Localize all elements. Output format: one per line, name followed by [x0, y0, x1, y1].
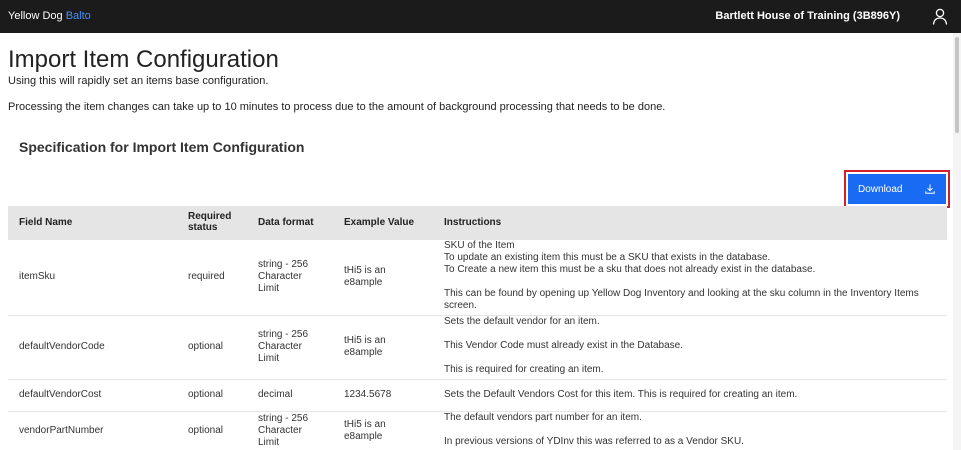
format-cell: decimal — [247, 378, 333, 411]
table-row: defaultVendorCode optional string - 256 … — [8, 314, 947, 379]
format-cell: string - 256 Character Limit — [247, 314, 333, 379]
header-required-status: Required status — [177, 206, 247, 239]
organization-name: Bartlett House of Training (3B896Y) — [715, 10, 900, 22]
download-label: Download — [858, 183, 903, 195]
table-row: defaultVendorCost optional decimal 1234.… — [8, 378, 947, 411]
header-instructions: Instructions — [433, 206, 947, 239]
field-name-cell: itemSku — [8, 238, 177, 315]
brand-product: Balto — [65, 10, 91, 22]
field-name-cell: vendorPartNumber — [8, 410, 177, 450]
table-row: itemSku required string - 256 Character … — [8, 238, 947, 315]
format-cell: string - 256 Character Limit — [247, 410, 333, 450]
specification-table: Field Name Required status Data format E… — [8, 206, 947, 450]
app-brand[interactable]: Yellow Dog Balto — [8, 10, 91, 22]
instructions-cell: SKU of the Item To update an existing it… — [433, 238, 947, 315]
required-cell: optional — [177, 410, 247, 450]
download-button[interactable]: Download — [848, 174, 946, 204]
instructions-cell: Sets the Default Vendors Cost for this i… — [433, 378, 947, 411]
field-name-cell: defaultVendorCode — [8, 314, 177, 379]
page-subtitle: Using this will rapidly set an items bas… — [8, 75, 269, 87]
format-cell: string - 256 Character Limit — [247, 238, 333, 315]
example-cell: 1234.5678 — [333, 378, 433, 411]
header-example-value: Example Value — [333, 206, 433, 239]
brand-name: Yellow Dog — [8, 10, 63, 22]
required-cell: optional — [177, 378, 247, 411]
required-cell: optional — [177, 314, 247, 379]
header-data-format: Data format — [247, 206, 333, 239]
instructions-cell: Sets the default vendor for an item. Thi… — [433, 314, 947, 379]
field-name-cell: defaultVendorCost — [8, 378, 177, 411]
section-title: Specification for Import Item Configurat… — [19, 139, 305, 155]
required-cell: required — [177, 238, 247, 315]
download-highlight: Download — [844, 170, 950, 208]
scrollbar-thumb[interactable] — [955, 37, 959, 133]
user-icon[interactable] — [932, 8, 948, 25]
example-cell: tHi5 is an e8ample — [333, 238, 433, 315]
page-scrollbar[interactable] — [953, 33, 961, 450]
instructions-cell: The default vendors part number for an i… — [433, 410, 947, 450]
table-row: vendorPartNumber optional string - 256 C… — [8, 410, 947, 450]
header-field-name: Field Name — [8, 206, 177, 239]
page-title: Import Item Configuration — [8, 46, 279, 73]
example-cell: tHi5 is an e8ample — [333, 410, 433, 450]
example-cell: tHi5 is an e8ample — [333, 314, 433, 379]
download-icon — [925, 184, 935, 194]
top-navigation-bar: Yellow Dog Balto Bartlett House of Train… — [0, 0, 961, 33]
processing-note: Processing the item changes can take up … — [8, 101, 666, 113]
table-header-row: Field Name Required status Data format E… — [8, 206, 947, 239]
